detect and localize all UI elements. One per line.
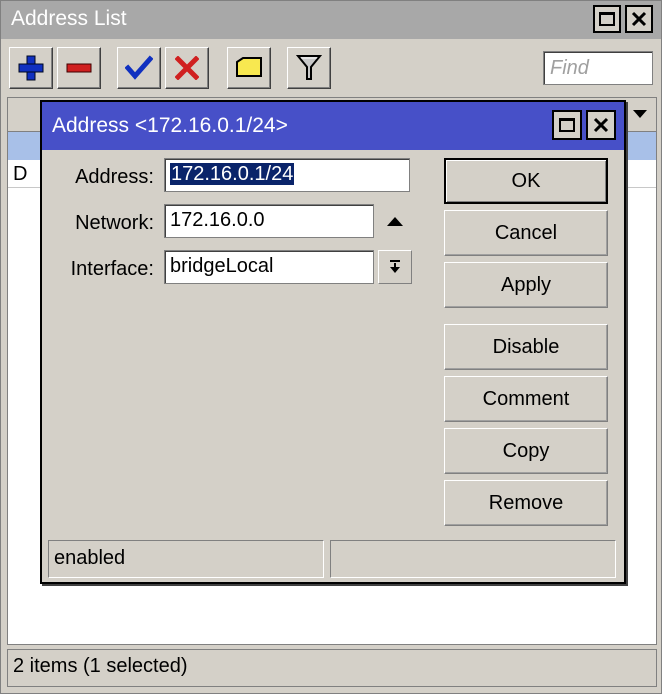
comment-button[interactable]: Comment [444, 376, 608, 422]
filter-button[interactable] [287, 47, 331, 89]
dropdown-arrow-icon [390, 260, 400, 273]
address-label: Address: [75, 166, 154, 188]
maximize-icon [559, 118, 575, 132]
network-field[interactable]: 172.16.0.0 [164, 204, 374, 238]
network-label: Network: [75, 212, 154, 234]
address-field[interactable]: 172.16.0.1/24 [164, 158, 410, 192]
interface-value: bridgeLocal [170, 255, 274, 277]
close-icon [631, 11, 647, 27]
network-collapse-button[interactable] [378, 204, 412, 238]
window-title-bar[interactable]: Address List [1, 1, 661, 39]
interface-select[interactable]: bridgeLocal [164, 250, 374, 284]
status-text: 2 items (1 selected) [13, 655, 188, 677]
window-title: Address List [11, 7, 127, 30]
check-icon [125, 55, 153, 80]
remove-button[interactable] [57, 47, 101, 89]
dialog-title-bar[interactable]: Address <172.16.0.1/24> [42, 102, 624, 150]
copy-button[interactable]: Copy [444, 428, 608, 474]
row-flag: D [13, 163, 28, 185]
minus-icon [66, 63, 92, 73]
x-icon [175, 56, 199, 80]
dialog-maximize-button[interactable] [552, 110, 582, 140]
interface-dropdown-button[interactable] [378, 250, 412, 284]
column-menu-button[interactable] [628, 102, 652, 126]
network-value: 172.16.0.0 [170, 209, 265, 231]
filter-icon [296, 55, 322, 80]
status-bar: 2 items (1 selected) [7, 649, 657, 687]
triangle-up-icon [387, 217, 403, 226]
maximize-button[interactable] [593, 5, 621, 33]
add-button[interactable] [9, 47, 53, 89]
dialog-title: Address <172.16.0.1/24> [52, 114, 288, 137]
enable-button[interactable] [117, 47, 161, 89]
find-input[interactable] [543, 51, 653, 85]
close-button[interactable] [625, 5, 653, 33]
plus-icon [18, 55, 44, 81]
address-dialog: Address <172.16.0.1/24> Address: 172.16.… [40, 100, 626, 584]
maximize-icon [599, 12, 615, 26]
disable-button[interactable]: Disable [444, 324, 608, 370]
dialog-status-left: enabled [48, 540, 324, 578]
dialog-status-text: enabled [54, 547, 126, 569]
dialog-status-right [330, 540, 616, 578]
chevron-down-icon [633, 110, 647, 118]
disable-button[interactable] [165, 47, 209, 89]
close-icon [593, 117, 609, 133]
address-value: 172.16.0.1/24 [170, 163, 295, 185]
ok-button[interactable]: OK [444, 158, 608, 204]
note-icon [236, 57, 262, 77]
apply-button[interactable]: Apply [444, 262, 608, 308]
comment-button[interactable] [227, 47, 271, 89]
interface-label: Interface: [70, 258, 154, 280]
remove-button[interactable]: Remove [444, 480, 608, 526]
dialog-close-button[interactable] [586, 110, 616, 140]
cancel-button[interactable]: Cancel [444, 210, 608, 256]
